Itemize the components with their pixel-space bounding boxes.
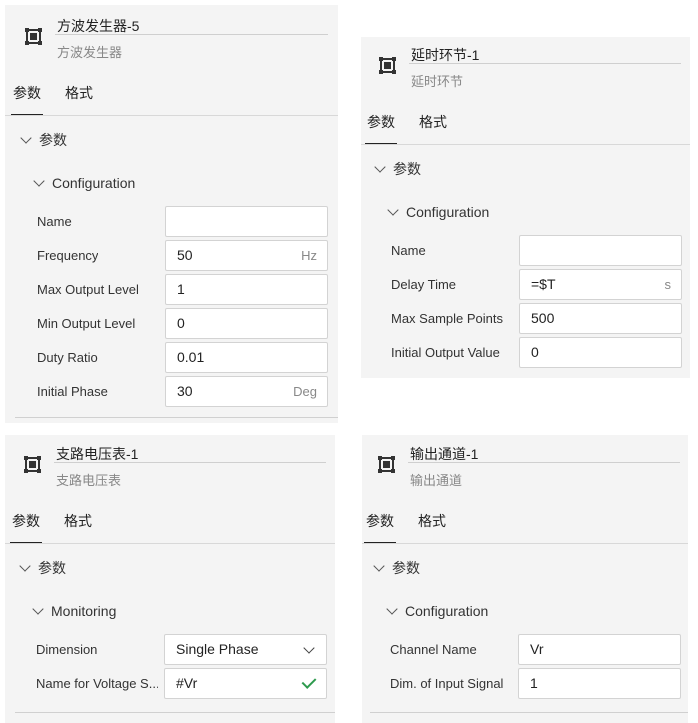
- component-title: 方波发生器-5: [57, 18, 140, 34]
- tab-divider: [362, 543, 688, 544]
- field-label-initial-phase: Initial Phase: [37, 384, 108, 399]
- field-label-delay-time: Delay Time: [391, 277, 457, 292]
- field-label-dimension: Dimension: [36, 642, 98, 657]
- name-input[interactable]: [519, 235, 682, 266]
- field-label-initial-output: Initial Output Value: [391, 345, 500, 360]
- component-node-icon: [24, 456, 41, 473]
- group-header-monitoring[interactable]: Monitoring: [32, 603, 116, 619]
- name-input[interactable]: [165, 206, 328, 237]
- section-header-parameters[interactable]: 参数: [374, 159, 421, 179]
- component-type: 延时环节: [411, 74, 464, 89]
- field-label-duty-ratio: Duty Ratio: [37, 350, 98, 365]
- voltage-signal-name-input[interactable]: #Vr: [164, 668, 327, 699]
- component-node-icon: [378, 456, 395, 473]
- unit-label: Hz: [301, 248, 317, 263]
- component-title: 输出通道-1: [410, 446, 479, 462]
- component-node-icon: [379, 57, 396, 74]
- min-output-input[interactable]: 0: [165, 308, 328, 339]
- tab-format[interactable]: 格式: [64, 511, 92, 531]
- checkmark-icon: [301, 674, 317, 689]
- tab-format[interactable]: 格式: [65, 83, 93, 103]
- max-output-input[interactable]: 1: [165, 274, 328, 305]
- field-label-max-output: Max Output Level: [37, 282, 139, 297]
- field-label-name: Name: [37, 214, 72, 229]
- channel-name-input[interactable]: Vr: [518, 634, 681, 665]
- chevron-down-icon: [373, 560, 385, 572]
- delay-panel: 延时环节-1 延时环节 参数 格式 参数 Configuration Name …: [361, 37, 690, 378]
- tab-parameters[interactable]: 参数: [365, 112, 397, 145]
- component-title: 支路电压表-1: [56, 446, 139, 462]
- field-label-voltage-signal-name: Name for Voltage S...: [36, 676, 158, 691]
- tab-parameters[interactable]: 参数: [11, 83, 43, 116]
- duty-ratio-input[interactable]: 0.01: [165, 342, 328, 373]
- initial-output-input[interactable]: 0: [519, 337, 682, 368]
- field-label-frequency: Frequency: [37, 248, 99, 263]
- field-label-name: Name: [391, 243, 426, 258]
- tab-format[interactable]: 格式: [419, 112, 447, 132]
- chevron-down-icon: [19, 560, 31, 572]
- chevron-down-icon: [374, 161, 386, 173]
- tab-divider: [5, 115, 338, 116]
- chevron-down-icon: [387, 204, 399, 216]
- delay-time-input[interactable]: =$T s: [519, 269, 682, 300]
- title-underline: [55, 34, 328, 35]
- component-title: 延时环节-1: [411, 47, 480, 63]
- title-underline: [409, 63, 681, 64]
- group-header-configuration[interactable]: Configuration: [33, 175, 135, 191]
- chevron-down-icon: [303, 642, 315, 654]
- panel-bottom-divider: [370, 712, 688, 713]
- tab-format[interactable]: 格式: [418, 511, 446, 531]
- field-label-max-sample-points: Max Sample Points: [391, 311, 503, 326]
- section-header-parameters[interactable]: 参数: [373, 558, 420, 578]
- group-header-configuration[interactable]: Configuration: [387, 204, 489, 220]
- voltmeter-panel: 支路电压表-1 支路电压表 参数 格式 参数 Monitoring Dimens…: [5, 435, 335, 723]
- output-channel-panel: 输出通道-1 输出通道 参数 格式 参数 Configuration Chann…: [362, 435, 688, 723]
- field-label-input-dimension: Dim. of Input Signal: [390, 676, 504, 691]
- chevron-down-icon: [20, 132, 32, 144]
- tab-parameters[interactable]: 参数: [364, 511, 396, 544]
- component-type: 方波发生器: [57, 45, 123, 60]
- dimension-select[interactable]: Single Phase: [164, 634, 327, 665]
- panel-bottom-divider: [15, 712, 335, 713]
- chevron-down-icon: [33, 175, 45, 187]
- chevron-down-icon: [386, 603, 398, 615]
- square-wave-panel: 方波发生器-5 方波发生器 参数 格式 参数 Configuration Nam…: [5, 5, 338, 423]
- field-label-min-output: Min Output Level: [37, 316, 136, 331]
- component-type: 支路电压表: [56, 473, 122, 488]
- title-underline: [54, 462, 326, 463]
- field-label-channel-name: Channel Name: [390, 642, 477, 657]
- tab-divider: [5, 543, 335, 544]
- unit-label: s: [664, 277, 672, 292]
- component-node-icon: [25, 28, 42, 45]
- group-header-configuration[interactable]: Configuration: [386, 603, 488, 619]
- title-underline: [408, 462, 680, 463]
- input-dimension-input[interactable]: 1: [518, 668, 681, 699]
- panel-bottom-divider: [15, 417, 338, 418]
- unit-label: Deg: [293, 384, 317, 399]
- component-type: 输出通道: [410, 473, 463, 488]
- chevron-down-icon: [32, 603, 44, 615]
- section-header-parameters[interactable]: 参数: [19, 558, 66, 578]
- max-sample-points-input[interactable]: 500: [519, 303, 682, 334]
- section-header-parameters[interactable]: 参数: [20, 130, 67, 150]
- tab-parameters[interactable]: 参数: [10, 511, 42, 544]
- initial-phase-input[interactable]: 30 Deg: [165, 376, 328, 407]
- frequency-input[interactable]: 50 Hz: [165, 240, 328, 271]
- tab-divider: [361, 144, 690, 145]
